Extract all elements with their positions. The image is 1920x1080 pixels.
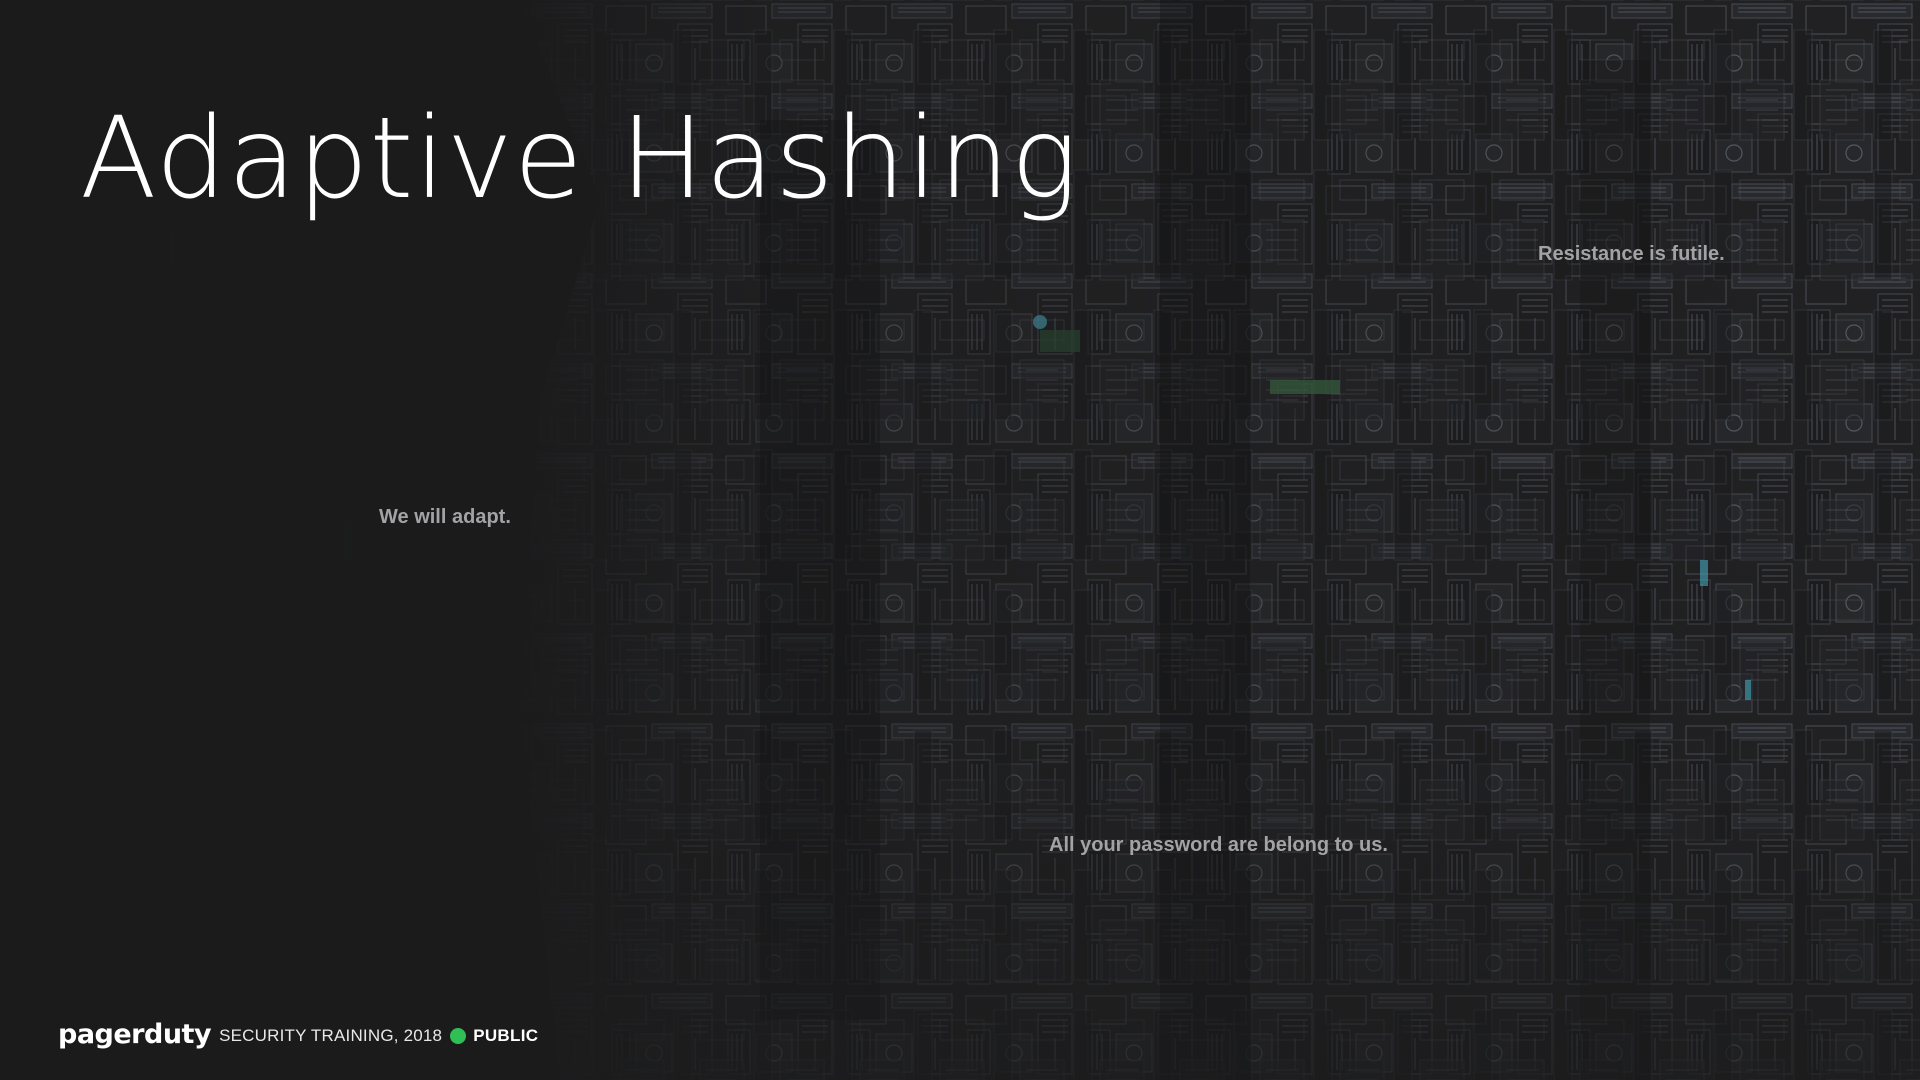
slide: Adaptive Hashing Resistance is futile. W… [0, 0, 1920, 1080]
caption-belong: All your password are belong to us. [1049, 834, 1388, 856]
classification-dot-icon [450, 1028, 467, 1044]
caption-resistance: Resistance is futile. [1538, 243, 1725, 265]
event-label: SECURITY TRAINING, 2018 [219, 1026, 443, 1045]
caption-adapt: We will adapt. [379, 506, 511, 528]
classification-label: PUBLIC [473, 1026, 539, 1045]
pagerduty-logo: pagerduty [58, 1018, 212, 1050]
slide-title: Adaptive Hashing [80, 94, 1079, 224]
slide-footer: pagerduty SECURITY TRAINING, 2018 PUBLIC [58, 1019, 538, 1053]
